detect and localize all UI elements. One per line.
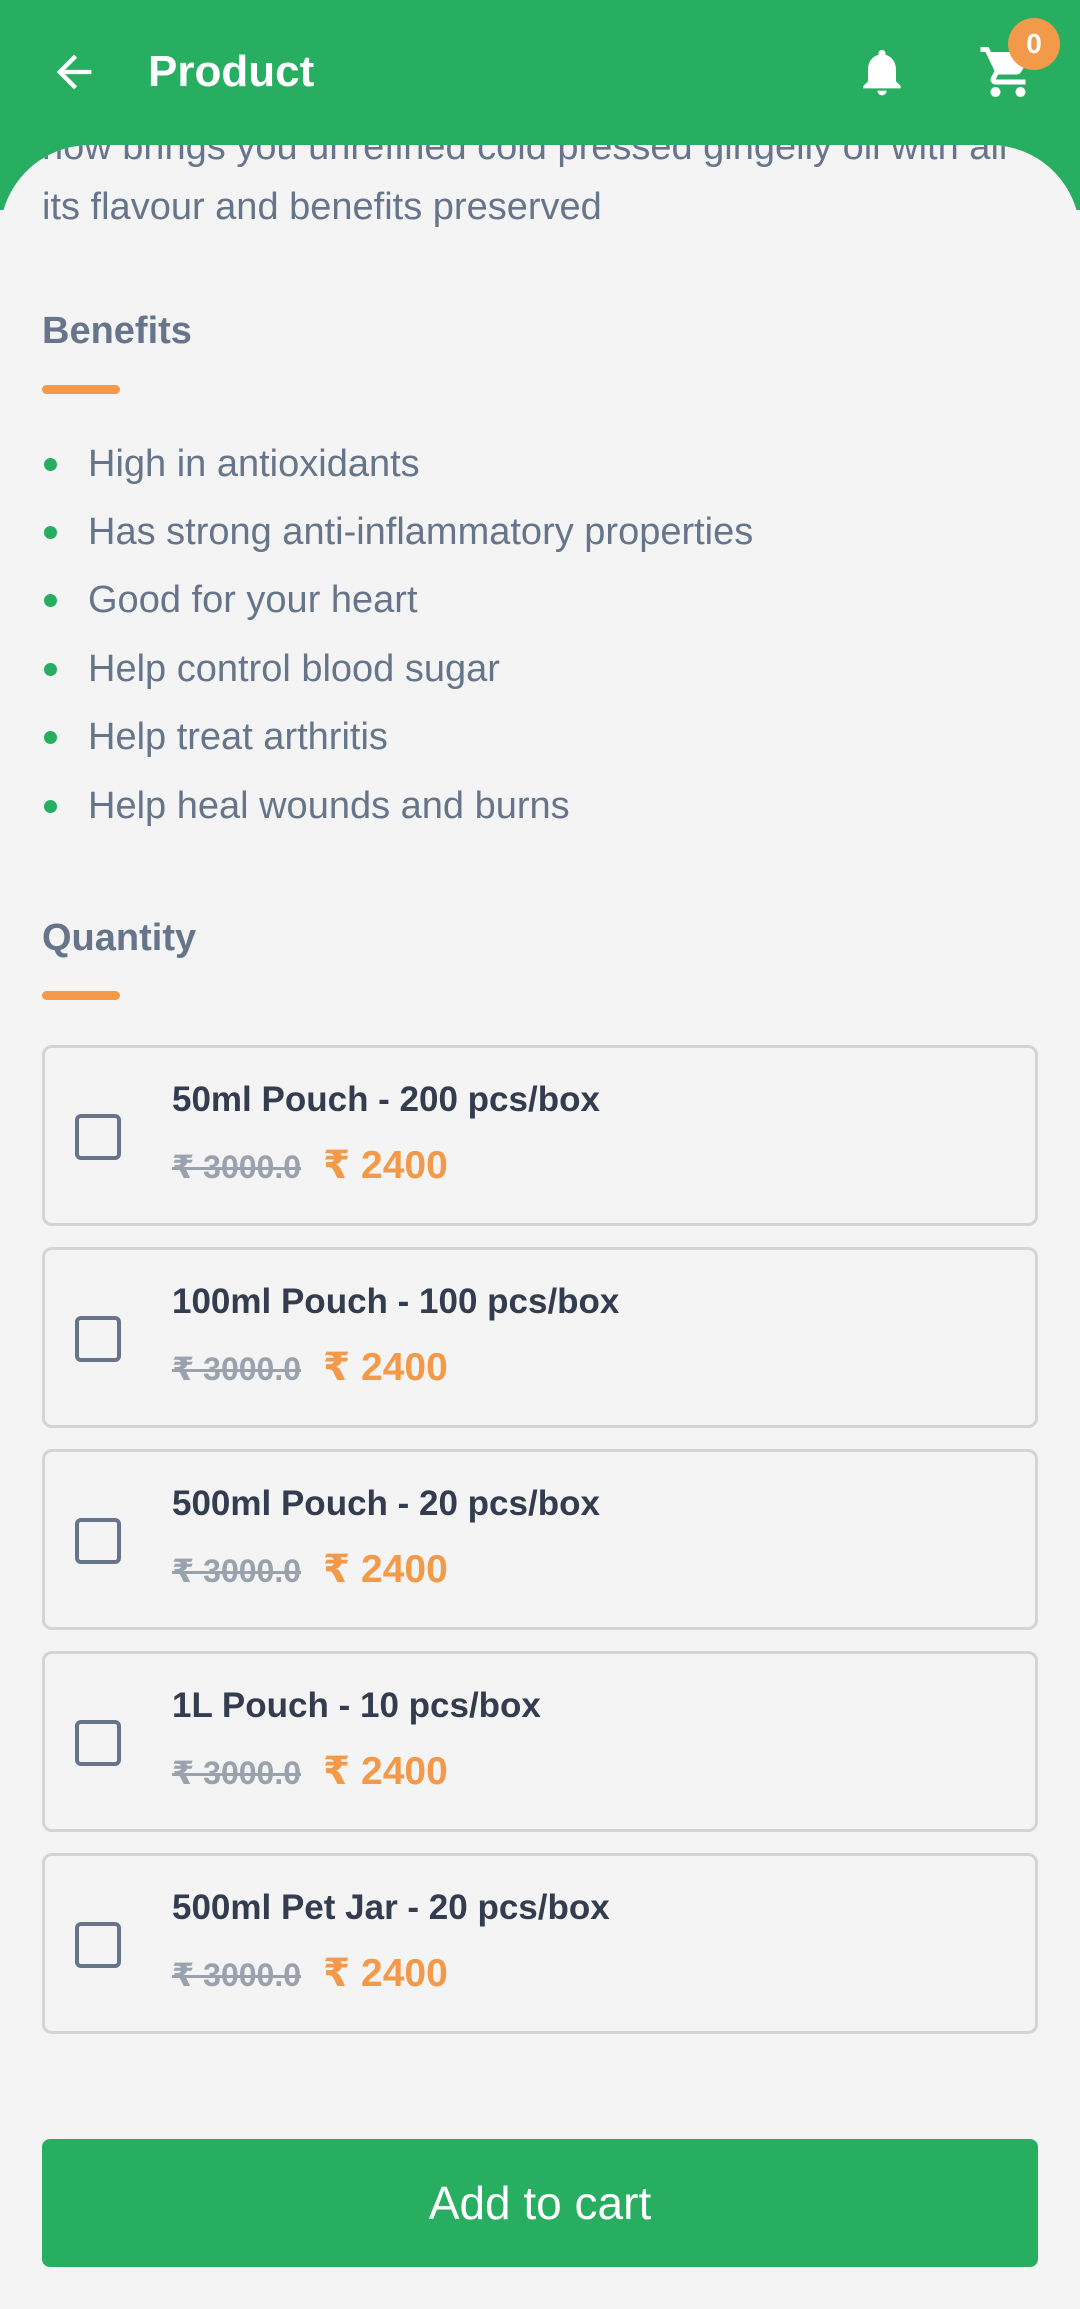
quantity-options: 50ml Pouch - 200 pcs/box ₹ 3000.0 ₹ 2400… — [42, 1045, 1038, 2055]
original-price: ₹ 3000.0 — [172, 1957, 302, 1993]
cart-count-badge: 0 — [1008, 18, 1060, 70]
checkbox-icon[interactable] — [75, 1114, 121, 1160]
option-price: ₹ 3000.0 ₹ 2400 — [172, 1547, 448, 1592]
benefit-item: Has strong anti-inflammatory properties — [42, 498, 1042, 566]
original-price: ₹ 3000.0 — [172, 1351, 302, 1387]
bullet-icon — [44, 731, 57, 745]
benefits-underline — [42, 385, 120, 394]
benefit-item: Help control blood sugar — [42, 635, 1042, 703]
notifications-button[interactable] — [850, 40, 914, 104]
benefit-text: Help heal wounds and burns — [88, 784, 570, 827]
checkbox-icon[interactable] — [75, 1720, 121, 1766]
content-sheet: now brings you unrefined cold pressed gi… — [0, 145, 1080, 2309]
option-name: 1L Pouch - 10 pcs/box — [172, 1686, 541, 1725]
bullet-icon — [44, 662, 57, 676]
option-name: 100ml Pouch - 100 pcs/box — [172, 1282, 620, 1321]
checkbox-icon[interactable] — [75, 1316, 121, 1362]
discounted-price: ₹ 2400 — [323, 1952, 448, 1995]
bullet-icon — [44, 526, 57, 540]
benefit-text: Good for your heart — [88, 579, 418, 622]
benefit-text: Help treat arthritis — [88, 716, 388, 759]
checkbox-icon[interactable] — [75, 1922, 121, 1968]
quantity-option[interactable]: 50ml Pouch - 200 pcs/box ₹ 3000.0 ₹ 2400 — [42, 1045, 1038, 1226]
discounted-price: ₹ 2400 — [323, 1548, 448, 1591]
original-price: ₹ 3000.0 — [172, 1755, 302, 1791]
benefits-heading: Benefits — [42, 310, 192, 352]
bell-icon — [863, 49, 901, 96]
product-description: now brings you unrefined cold pressed gi… — [42, 145, 1008, 228]
back-button[interactable] — [42, 40, 106, 104]
header-bar: Product 0 — [0, 0, 1080, 145]
quantity-underline — [42, 991, 120, 1000]
option-name: 500ml Pouch - 20 pcs/box — [172, 1484, 600, 1523]
original-price: ₹ 3000.0 — [172, 1553, 302, 1589]
option-price: ₹ 3000.0 ₹ 2400 — [172, 1143, 448, 1188]
quantity-option[interactable]: 500ml Pet Jar - 20 pcs/box ₹ 3000.0 ₹ 24… — [42, 1853, 1038, 2034]
benefit-item: Help treat arthritis — [42, 704, 1042, 772]
benefit-item: Good for your heart — [42, 567, 1042, 635]
discounted-price: ₹ 2400 — [323, 1750, 448, 1793]
discounted-price: ₹ 2400 — [323, 1144, 448, 1187]
checkbox-icon[interactable] — [75, 1518, 121, 1564]
benefit-item: High in antioxidants — [42, 430, 1042, 498]
quantity-option[interactable]: 100ml Pouch - 100 pcs/box ₹ 3000.0 ₹ 240… — [42, 1247, 1038, 1428]
discounted-price: ₹ 2400 — [323, 1346, 448, 1389]
page-title: Product — [148, 47, 315, 96]
quantity-option[interactable]: 1L Pouch - 10 pcs/box ₹ 3000.0 ₹ 2400 — [42, 1651, 1038, 1832]
option-name: 50ml Pouch - 200 pcs/box — [172, 1080, 600, 1119]
bullet-icon — [44, 594, 57, 608]
quantity-heading: Quantity — [42, 917, 197, 959]
option-price: ₹ 3000.0 ₹ 2400 — [172, 1345, 448, 1390]
bullet-icon — [44, 799, 57, 813]
bullet-icon — [44, 457, 57, 471]
arrow-left-icon — [56, 54, 92, 90]
benefit-text: High in antioxidants — [88, 442, 420, 485]
option-name: 500ml Pet Jar - 20 pcs/box — [172, 1888, 610, 1927]
benefit-text: Help control blood sugar — [88, 647, 500, 690]
option-price: ₹ 3000.0 ₹ 2400 — [172, 1749, 448, 1794]
benefit-item: Help heal wounds and burns — [42, 772, 1042, 840]
quantity-option[interactable]: 500ml Pouch - 20 pcs/box ₹ 3000.0 ₹ 2400 — [42, 1449, 1038, 1630]
benefits-list: High in antioxidants Has strong anti-inf… — [42, 430, 1042, 840]
add-to-cart-button[interactable]: Add to cart — [42, 2139, 1038, 2267]
original-price: ₹ 3000.0 — [172, 1149, 302, 1185]
benefit-text: Has strong anti-inflammatory properties — [88, 511, 754, 554]
product-screen: Product 0 now brings you unrefined cold … — [0, 0, 1080, 2309]
option-price: ₹ 3000.0 ₹ 2400 — [172, 1951, 448, 1996]
